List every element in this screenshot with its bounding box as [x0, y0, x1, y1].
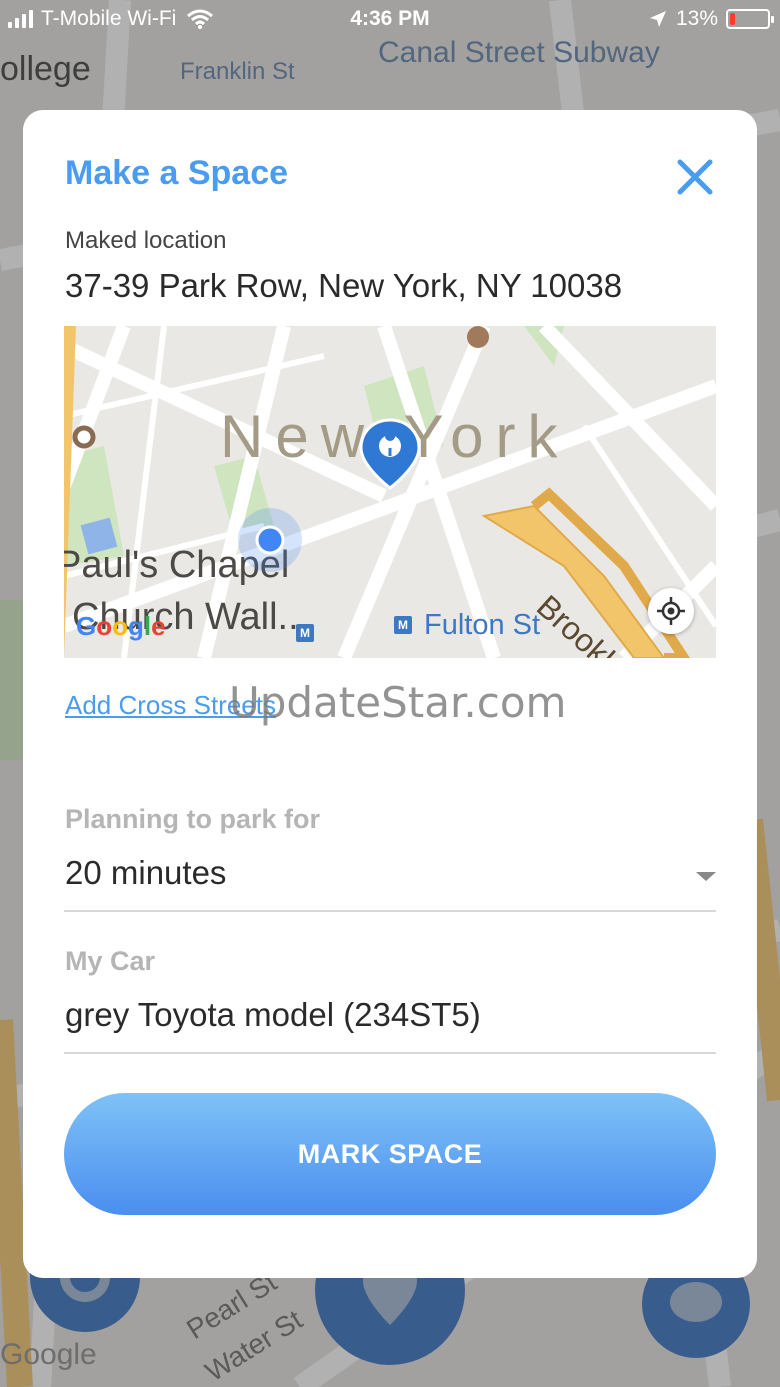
map-fulton-label: Fulton St — [424, 609, 541, 641]
mark-space-button[interactable]: MARK SPACE — [64, 1093, 716, 1215]
my-location-icon — [657, 597, 685, 625]
battery-percent: 13% — [675, 7, 718, 30]
make-space-modal: Make a Space Maked location 37-39 Park R… — [23, 110, 757, 1278]
park-duration-label: Planning to park for — [65, 804, 321, 834]
close-icon — [677, 159, 713, 195]
my-car-value: grey Toyota model (234ST5) — [65, 996, 481, 1033]
close-button[interactable] — [673, 155, 717, 199]
location-arrow-icon — [649, 11, 666, 27]
park-duration-value: 20 minutes — [65, 854, 227, 891]
modal-title: Make a Space — [65, 154, 289, 192]
metro-icon: M — [296, 624, 314, 642]
my-car-field[interactable]: grey Toyota model (234ST5) — [64, 992, 716, 1054]
battery-icon — [726, 9, 774, 29]
location-address: 37-39 Park Row, New York, NY 10038 — [65, 267, 623, 304]
status-bar: T-Mobile Wi-Fi 4:36 PM 13% — [0, 0, 780, 40]
watermark: UpdateStar.com — [229, 678, 567, 727]
dropdown-arrow-icon — [696, 872, 716, 881]
metro-icon: M — [394, 616, 412, 634]
location-pin-icon — [359, 418, 421, 490]
my-car-label: My Car — [65, 946, 156, 976]
battery-fill — [730, 13, 735, 25]
user-location-icon — [238, 508, 302, 572]
map-google-logo: Google — [76, 611, 166, 641]
park-duration-select[interactable]: 20 minutes — [64, 850, 716, 912]
my-location-button[interactable] — [648, 588, 694, 634]
status-right: 13% — [648, 7, 774, 31]
location-label: Maked location — [65, 227, 227, 254]
location-map[interactable]: New York Paul's Chapel Church Wall... Br… — [64, 326, 716, 658]
